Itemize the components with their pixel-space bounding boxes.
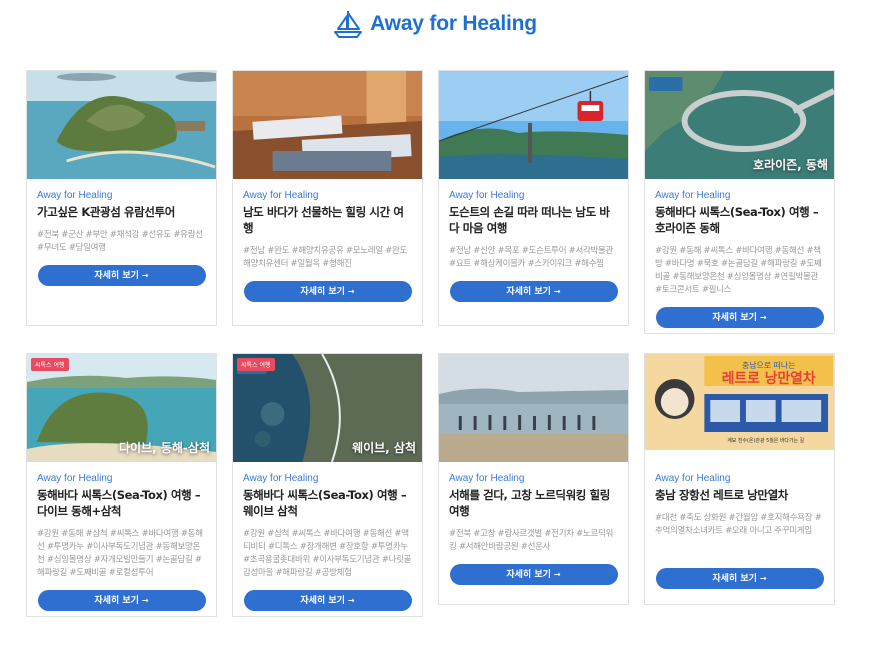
details-button[interactable]: 자세히 보기 →	[449, 281, 618, 302]
image-caption: 웨이브, 삼척	[352, 441, 416, 455]
card-image-cablecar	[439, 71, 628, 179]
card-title: 동해바다 씨톡스(Sea-Tox) 여행 – 호라이즌 동해	[655, 205, 819, 235]
tour-card[interactable]: Away for Healing 가고싶은 K관광섬 유람선투어 #전북 #군산…	[26, 70, 217, 326]
arrow-right-icon: →	[759, 313, 767, 322]
card-tags: #강원 #삼척 #씨톡스 #바다여행 #동해선 #액티비티 #디톡스 #장개해변…	[243, 529, 412, 578]
card-image-spa	[233, 71, 422, 179]
card-title: 동해바다 씨톡스(Sea-Tox) 여행 – 웨이브 삼척	[243, 488, 407, 518]
card-tags: #전북 #군산 #부안 #채석강 #선유도 #유람선 #무녀도 #당일여행	[37, 230, 203, 253]
image-caption: 다이브, 동해-삼척	[119, 441, 210, 455]
series-badge: 씨톡스 여행	[31, 358, 69, 371]
arrow-right-icon: →	[347, 596, 355, 605]
tour-card[interactable]: 호라이즌, 동해 Away for Healing 동해바다 씨톡스(Sea-T…	[644, 70, 835, 334]
card-tags: #강원 #동해 #삼척 #씨톡스 #바다여행 #동해선 #투명카누 #이사부독도…	[37, 529, 203, 578]
details-button[interactable]: 자세히 보기 →	[37, 265, 206, 286]
card-title: 충남 장항선 레트로 낭만열차	[655, 488, 788, 502]
details-button[interactable]: 자세히 보기 →	[37, 590, 206, 611]
card-brand: Away for Healing	[449, 190, 525, 201]
tour-card[interactable]: 충남으로 떠나는 레트로 낭만열차 계묘 천수(온)관광 5월은 바다가는 길 …	[644, 353, 835, 605]
details-button[interactable]: 자세히 보기 →	[243, 590, 412, 611]
arrow-right-icon: →	[759, 574, 767, 583]
card-image-train-poster: 충남으로 떠나는 레트로 낭만열차 계묘 천수(온)관광 5월은 바다가는 길	[645, 354, 834, 462]
card-title: 남도 바다가 선물하는 힐링 시간 여행	[243, 205, 404, 235]
arrow-right-icon: →	[141, 271, 149, 280]
tour-card[interactable]: Away for Healing 남도 바다가 선물하는 힐링 시간 여행 #전…	[232, 70, 423, 326]
card-image-skywalk: 호라이즌, 동해	[645, 71, 834, 179]
card-image-coast: 씨톡스 여행 다이브, 동해-삼척	[27, 354, 216, 462]
poster-caption: 계묘 천수(온)관광 5월은 바다가는 길	[727, 437, 804, 444]
card-title: 동해바다 씨톡스(Sea-Tox) 여행 – 다이브 동해+삼척	[37, 488, 201, 518]
details-button[interactable]: 자세히 보기 →	[655, 568, 824, 589]
details-button[interactable]: 자세히 보기 →	[655, 307, 824, 328]
card-brand: Away for Healing	[655, 190, 731, 201]
card-image-beach-walk	[439, 354, 628, 462]
card-title: 도슨트의 손길 따라 떠나는 남도 바다 마음 여행	[449, 205, 610, 235]
card-tags: #강원 #동해 #씨톡스 #바다여행 #동해선 #책방 #바다명 #묵호 #논골…	[655, 246, 822, 295]
card-brand: Away for Healing	[655, 473, 731, 484]
tour-card[interactable]: 씨톡스 여행 다이브, 동해-삼척 Away for Healing 동해바다 …	[26, 353, 217, 617]
tour-card[interactable]: Away for Healing 서해를 걷다, 고창 노르딕워킹 힐링 여행 …	[438, 353, 629, 605]
card-tags: #전남 #완도 #해양치유공유 #모노레일 #완도해양치유센터 #일월옥 #청해…	[243, 246, 408, 269]
card-brand: Away for Healing	[37, 473, 113, 484]
page-title: Away for Healing	[370, 12, 537, 35]
poster-subtitle: 충남으로 떠나는	[742, 361, 795, 370]
card-title: 가고싶은 K관광섬 유람선투어	[37, 205, 175, 219]
card-tags: #대천 #축도 상화원 #간월암 #호지해수욕장 #추억의열차소녀카트 #오래 …	[655, 513, 822, 536]
card-brand: Away for Healing	[37, 190, 113, 201]
card-title: 서해를 걷다, 고창 노르딕워킹 힐링 여행	[449, 488, 610, 518]
poster-title: 레트로 낭만열차	[722, 370, 816, 387]
card-brand: Away for Healing	[449, 473, 525, 484]
image-caption: 호라이즌, 동해	[753, 158, 828, 172]
card-brand: Away for Healing	[243, 473, 319, 484]
page-header: Away for Healing	[0, 8, 869, 40]
card-image-rocks: 씨톡스 여행 웨이브, 삼척	[233, 354, 422, 462]
card-image-island	[27, 71, 216, 179]
details-button[interactable]: 자세히 보기 →	[449, 564, 618, 585]
card-brand: Away for Healing	[243, 190, 319, 201]
arrow-right-icon: →	[553, 287, 561, 296]
arrow-right-icon: →	[347, 287, 355, 296]
series-badge: 씨톡스 여행	[237, 358, 275, 371]
arrow-right-icon: →	[553, 570, 561, 579]
card-tags: #전북 #고창 #람사르갯벌 #전기차 #노르딕워킹 #서해안바람공원 #선운사	[449, 529, 614, 552]
tour-card[interactable]: Away for Healing 도슨트의 손길 따라 떠나는 남도 바다 마음…	[438, 70, 629, 326]
arrow-right-icon: →	[141, 596, 149, 605]
details-button[interactable]: 자세히 보기 →	[243, 281, 412, 302]
sailboat-icon	[334, 11, 363, 38]
tour-card[interactable]: 씨톡스 여행 웨이브, 삼척 Away for Healing 동해바다 씨톡스…	[232, 353, 423, 617]
card-tags: #전남 #신안 #목포 #도슨트투어 #서각박물관 #요트 #해상케이블카 #스…	[449, 246, 614, 269]
